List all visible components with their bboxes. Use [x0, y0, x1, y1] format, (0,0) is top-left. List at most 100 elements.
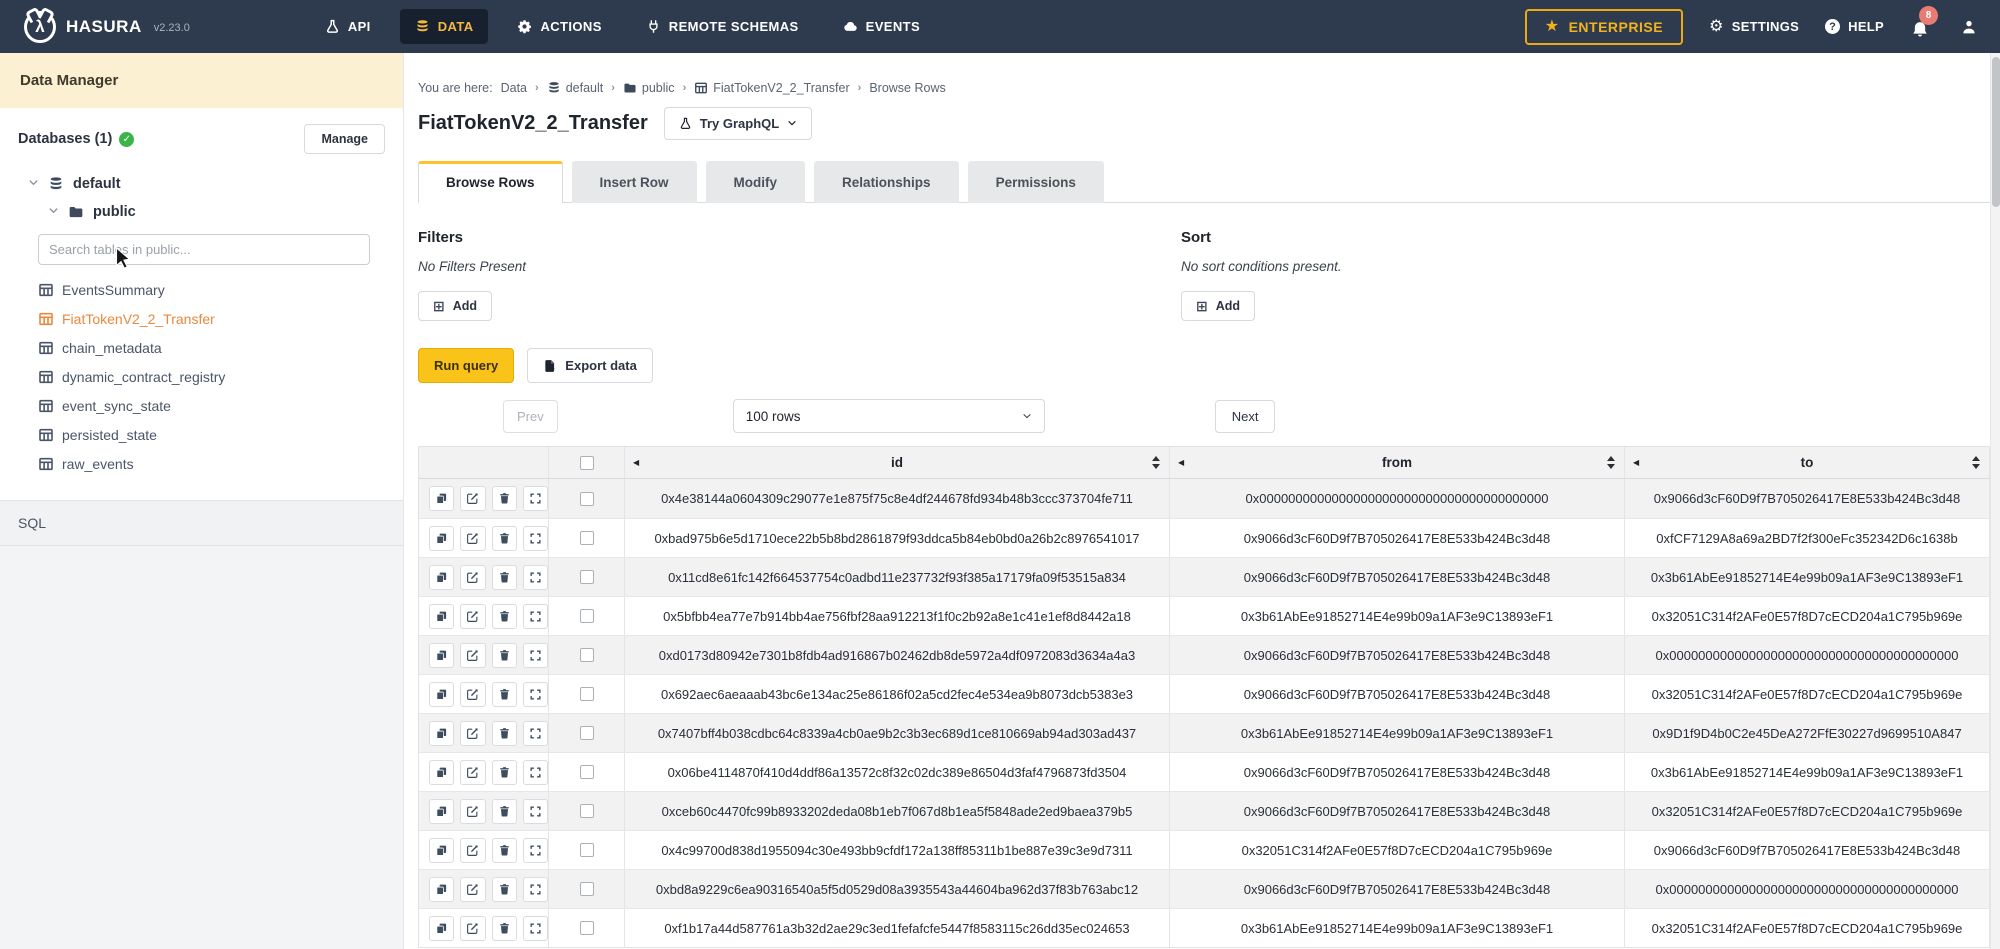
row-edit-button[interactable] [460, 604, 485, 629]
row-expand-button[interactable] [523, 526, 548, 551]
row-expand-button[interactable] [523, 486, 548, 511]
row-edit-button[interactable] [460, 565, 485, 590]
row-edit-button[interactable] [460, 526, 485, 551]
nav-item-events[interactable]: EVENTS [828, 9, 935, 44]
row-delete-button[interactable] [492, 838, 517, 863]
row-select-checkbox[interactable] [580, 531, 594, 545]
row-expand-button[interactable] [523, 760, 548, 785]
tab-browse-rows[interactable]: Browse Rows [418, 161, 563, 203]
row-expand-button[interactable] [523, 604, 548, 629]
row-delete-button[interactable] [492, 565, 517, 590]
collapse-column-icon[interactable]: ◀ [1633, 458, 1639, 467]
row-edit-button[interactable] [460, 643, 485, 668]
row-select-checkbox[interactable] [580, 804, 594, 818]
sidebar-table-eventssummary[interactable]: EventsSummary [38, 275, 385, 304]
row-select-checkbox[interactable] [580, 492, 594, 506]
sidebar-table-fiattokenv2-2-transfer[interactable]: FiatTokenV2_2_Transfer [38, 304, 385, 333]
settings-button[interactable]: ⚙ SETTINGS [1709, 19, 1799, 35]
row-select-checkbox[interactable] [580, 843, 594, 857]
sidebar-table-raw-events[interactable]: raw_events [38, 449, 385, 478]
row-select-checkbox[interactable] [580, 765, 594, 779]
run-query-button[interactable]: Run query [418, 348, 514, 383]
export-data-button[interactable]: Export data [527, 348, 653, 383]
row-copy-button[interactable] [429, 799, 454, 824]
row-expand-button[interactable] [523, 682, 548, 707]
sidebar-table-chain-metadata[interactable]: chain_metadata [38, 333, 385, 362]
row-edit-button[interactable] [460, 877, 485, 902]
hasura-logo[interactable]: λ HASURA v2.23.0 [24, 11, 190, 43]
tab-insert-row[interactable]: Insert Row [572, 161, 697, 203]
row-edit-button[interactable] [460, 721, 485, 746]
row-copy-button[interactable] [429, 565, 454, 590]
sort-column-icon[interactable] [1607, 456, 1616, 469]
add-filter-button[interactable]: ⊞ Add [418, 291, 492, 321]
row-copy-button[interactable] [429, 760, 454, 785]
manage-button[interactable]: Manage [304, 124, 385, 154]
tab-modify[interactable]: Modify [706, 161, 806, 203]
enterprise-button[interactable]: ★ ENTERPRISE [1525, 9, 1683, 45]
next-page-button[interactable]: Next [1215, 400, 1276, 433]
nav-item-actions[interactable]: ACTIONS [502, 9, 616, 44]
row-delete-button[interactable] [492, 877, 517, 902]
breadcrumb-item-browse-rows[interactable]: Browse Rows [869, 81, 945, 95]
nav-item-api[interactable]: API [310, 9, 386, 44]
row-copy-button[interactable] [429, 721, 454, 746]
row-delete-button[interactable] [492, 916, 517, 941]
row-copy-button[interactable] [429, 838, 454, 863]
row-edit-button[interactable] [460, 486, 485, 511]
select-all-checkbox[interactable] [580, 456, 594, 470]
notifications-button[interactable]: 8 [1910, 14, 1934, 40]
row-select-checkbox[interactable] [580, 570, 594, 584]
sort-column-icon[interactable] [1152, 456, 1161, 469]
row-copy-button[interactable] [429, 486, 454, 511]
page-size-select[interactable]: 100 rows [733, 399, 1045, 433]
row-expand-button[interactable] [523, 643, 548, 668]
row-edit-button[interactable] [460, 799, 485, 824]
row-copy-button[interactable] [429, 682, 454, 707]
row-copy-button[interactable] [429, 643, 454, 668]
tree-node-database[interactable]: default [18, 170, 385, 198]
row-expand-button[interactable] [523, 721, 548, 746]
row-edit-button[interactable] [460, 682, 485, 707]
row-delete-button[interactable] [492, 486, 517, 511]
row-copy-button[interactable] [429, 604, 454, 629]
row-edit-button[interactable] [460, 838, 485, 863]
row-delete-button[interactable] [492, 721, 517, 746]
breadcrumb-root[interactable]: Data [501, 81, 527, 95]
user-menu-button[interactable] [1960, 18, 1978, 36]
row-delete-button[interactable] [492, 799, 517, 824]
sidebar-table-event-sync-state[interactable]: event_sync_state [38, 391, 385, 420]
chevron-down-icon[interactable] [28, 176, 39, 192]
tab-relationships[interactable]: Relationships [814, 161, 959, 203]
add-sort-button[interactable]: ⊞ Add [1181, 291, 1255, 321]
row-expand-button[interactable] [523, 916, 548, 941]
chevron-down-icon[interactable] [48, 204, 59, 220]
search-tables-input[interactable] [38, 234, 370, 265]
sidebar-item-sql[interactable]: SQL [0, 501, 403, 546]
breadcrumb-item-fiattokenv2-2-transfer[interactable]: FiatTokenV2_2_Transfer [694, 81, 849, 95]
breadcrumb-item-public[interactable]: public [623, 81, 675, 95]
row-select-checkbox[interactable] [580, 882, 594, 896]
row-copy-button[interactable] [429, 526, 454, 551]
collapse-column-icon[interactable]: ◀ [633, 458, 639, 467]
row-expand-button[interactable] [523, 838, 548, 863]
row-expand-button[interactable] [523, 877, 548, 902]
help-button[interactable]: ? HELP [1825, 19, 1884, 34]
try-graphql-button[interactable]: Try GraphQL [664, 107, 812, 140]
row-edit-button[interactable] [460, 760, 485, 785]
tree-node-schema[interactable]: public [18, 198, 385, 226]
scrollbar-thumb[interactable] [1992, 57, 2000, 207]
row-copy-button[interactable] [429, 916, 454, 941]
row-expand-button[interactable] [523, 565, 548, 590]
vertical-scrollbar[interactable] [1990, 53, 2000, 949]
breadcrumb-item-default[interactable]: default [547, 81, 604, 95]
nav-item-data[interactable]: DATA [400, 9, 489, 44]
collapse-column-icon[interactable]: ◀ [1178, 458, 1184, 467]
row-select-checkbox[interactable] [580, 726, 594, 740]
row-delete-button[interactable] [492, 604, 517, 629]
prev-page-button[interactable]: Prev [503, 400, 558, 433]
sidebar-table-dynamic-contract-registry[interactable]: dynamic_contract_registry [38, 362, 385, 391]
row-delete-button[interactable] [492, 682, 517, 707]
row-edit-button[interactable] [460, 916, 485, 941]
row-select-checkbox[interactable] [580, 687, 594, 701]
